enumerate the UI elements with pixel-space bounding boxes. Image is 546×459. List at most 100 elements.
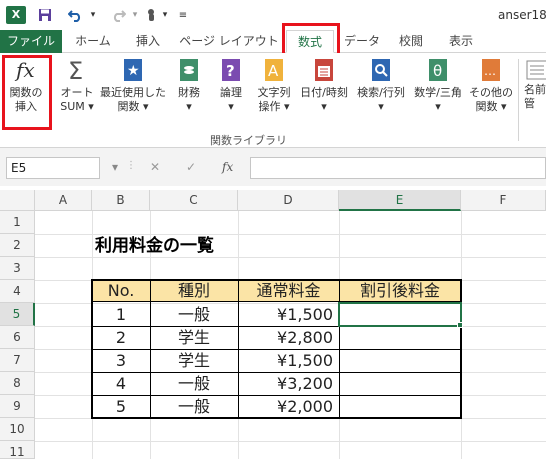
- name-manager-icon: [526, 60, 546, 80]
- math-trig-label2: ▾: [435, 100, 441, 113]
- calendar-book-icon: [315, 59, 333, 81]
- column-header-f[interactable]: F: [461, 190, 546, 211]
- autosum-label2: SUM ▾: [60, 100, 94, 113]
- tab-data[interactable]: データ: [340, 30, 384, 53]
- financial-button[interactable]: 財務 ▾: [172, 57, 206, 114]
- recently-used-button[interactable]: ★ 最近使用した 関数 ▾: [100, 57, 166, 114]
- document-title: anser18: [498, 8, 546, 22]
- text-functions-label2: 操作 ▾: [258, 100, 290, 113]
- lookup-reference-label1: 検索/行列: [357, 86, 405, 99]
- customize-qat-icon[interactable]: ≡: [176, 6, 190, 24]
- insert-function-formula-button[interactable]: fx: [222, 160, 233, 174]
- title-bar: X ▾ ▾ ▾ ≡ anser18: [0, 0, 546, 30]
- tab-page-layout[interactable]: ページ レイアウト: [178, 30, 280, 53]
- logical-button[interactable]: ? 論理 ▾: [214, 57, 248, 114]
- logical-label2: ▾: [228, 100, 234, 113]
- row-header-8[interactable]: 8: [0, 372, 35, 395]
- theta-book-icon: θ: [429, 59, 447, 81]
- lookup-reference-button[interactable]: 検索/行列 ▾: [354, 57, 408, 114]
- recently-used-label1: 最近使用した: [100, 86, 166, 99]
- finance-book-icon: [180, 59, 198, 81]
- formula-input[interactable]: [250, 157, 546, 179]
- lookup-reference-label2: ▾: [378, 100, 384, 113]
- star-book-icon: ★: [124, 59, 142, 81]
- save-icon[interactable]: [36, 6, 54, 24]
- function-library-group-label: 関数ライブラリ: [210, 134, 287, 147]
- redo-dropdown-icon[interactable]: ▾: [130, 6, 140, 24]
- select-all-corner[interactable]: [0, 190, 35, 211]
- ribbon-group-separator: [518, 59, 519, 141]
- date-time-label1: 日付/時刻: [300, 86, 348, 99]
- touch-mode-icon[interactable]: [144, 6, 160, 24]
- math-trig-label1: 数学/三角: [414, 86, 462, 99]
- row-header-1[interactable]: 1: [0, 211, 35, 234]
- column-header-a[interactable]: A: [35, 190, 92, 211]
- undo-icon[interactable]: [66, 6, 86, 24]
- formulas-tab-highlight: [282, 23, 340, 57]
- question-book-icon: ?: [222, 59, 240, 81]
- svg-text:★: ★: [127, 63, 140, 79]
- tab-home[interactable]: ホーム: [68, 30, 118, 53]
- ribbon-tabs: ファイル ホーム 挿入 ページ レイアウト 数式 データ 校閲 表示: [0, 30, 546, 53]
- search-book-icon: [372, 59, 390, 81]
- math-trig-button[interactable]: θ 数学/三角 ▾: [410, 57, 466, 114]
- name-manager-label1: 名前: [524, 83, 546, 96]
- active-cell-e5[interactable]: [338, 302, 462, 327]
- redo-icon[interactable]: [108, 6, 128, 24]
- sheet-title[interactable]: 利用料金の一覧: [95, 235, 214, 258]
- text-functions-label1: 文字列: [257, 86, 291, 99]
- name-box-dropdown-icon[interactable]: ▾: [112, 160, 118, 174]
- text-book-icon: A: [265, 59, 283, 81]
- cancel-formula-button[interactable]: ✕: [150, 160, 160, 174]
- svg-text:θ: θ: [433, 62, 442, 80]
- excel-logo-icon: X: [6, 6, 26, 24]
- name-box[interactable]: E5: [6, 157, 100, 179]
- financial-label2: ▾: [186, 100, 192, 113]
- svg-text:…: …: [484, 64, 496, 78]
- worksheet-grid[interactable]: A B C D E F 1 2 3 4 5 6 7 8 9 10 11 利用料金…: [0, 190, 546, 459]
- row-header-5[interactable]: 5: [0, 303, 35, 326]
- name-manager-label2: 管: [524, 97, 535, 110]
- text-functions-button[interactable]: A 文字列 操作 ▾: [252, 57, 296, 114]
- table-divider: [92, 349, 461, 350]
- date-time-button[interactable]: 日付/時刻 ▾: [298, 57, 350, 114]
- row-header-11[interactable]: 11: [0, 441, 35, 459]
- column-header-d[interactable]: D: [238, 190, 339, 211]
- gridline: [35, 441, 546, 442]
- row-header-3[interactable]: 3: [0, 257, 35, 280]
- tab-insert[interactable]: 挿入: [124, 30, 172, 53]
- column-header-b[interactable]: B: [92, 190, 150, 211]
- autosum-button[interactable]: Σ オート SUM ▾: [54, 57, 100, 114]
- more-book-icon: …: [482, 59, 500, 81]
- row-header-4[interactable]: 4: [0, 280, 35, 303]
- more-functions-label1: その他の: [469, 86, 513, 99]
- more-functions-button[interactable]: … その他の 関数 ▾: [468, 57, 514, 114]
- tab-file[interactable]: ファイル: [0, 30, 62, 53]
- undo-dropdown-icon[interactable]: ▾: [88, 6, 98, 24]
- fill-handle[interactable]: [457, 322, 463, 328]
- more-functions-label2: 関数 ▾: [475, 100, 507, 113]
- table-divider: [92, 372, 461, 373]
- row-header-2[interactable]: 2: [0, 234, 35, 257]
- name-manager-button[interactable]: 名前 管: [524, 57, 546, 111]
- row-header-10[interactable]: 10: [0, 418, 35, 441]
- column-header-c[interactable]: C: [150, 190, 238, 211]
- svg-text:Σ: Σ: [68, 57, 83, 83]
- formula-bar: E5 ▾ ⋮ ✕ ✓ fx: [0, 148, 546, 186]
- ribbon-formulas: fx 関数の 挿入 Σ オート SUM ▾ ★ 最近使用した 関数 ▾ 財務 ▾…: [0, 53, 546, 148]
- table-divider: [92, 395, 461, 396]
- column-header-e[interactable]: E: [339, 190, 461, 211]
- touch-dropdown-icon[interactable]: ▾: [160, 6, 170, 24]
- row-header-7[interactable]: 7: [0, 349, 35, 372]
- row-header-6[interactable]: 6: [0, 326, 35, 349]
- row-header-9[interactable]: 9: [0, 395, 35, 418]
- logical-label1: 論理: [220, 86, 242, 99]
- svg-text:A: A: [268, 62, 279, 80]
- date-time-label2: ▾: [321, 100, 327, 113]
- enter-formula-button[interactable]: ✓: [186, 160, 196, 174]
- svg-text:?: ?: [226, 62, 235, 80]
- financial-label1: 財務: [178, 86, 200, 99]
- tab-view[interactable]: 表示: [440, 30, 482, 53]
- sigma-icon: Σ: [68, 57, 83, 83]
- tab-review[interactable]: 校閲: [390, 30, 432, 53]
